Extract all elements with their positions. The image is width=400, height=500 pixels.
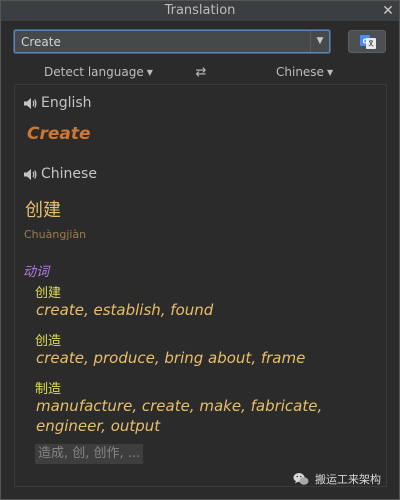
dictionary-entry-word: 制造 [35, 382, 62, 397]
target-language-name: Chinese [41, 166, 97, 182]
close-icon[interactable]: ✕ [381, 4, 395, 18]
swap-languages-icon[interactable]: ⇄ [193, 62, 209, 83]
translation-window: Translation ✕ ▼ G Detect language▼ ⇄ Chi… [0, 0, 400, 500]
source-language-header: English [23, 95, 92, 111]
language-bar: Detect language ▼ ⇄ Chinese ▼ [14, 62, 387, 83]
translate-input-combobox[interactable]: ▼ [14, 30, 330, 53]
translation-result-panel: English Create Chinese 创建 Chuàngjiàn 动词 … [14, 84, 387, 487]
dictionary-entry-word: 创建 [35, 286, 62, 301]
dictionary-entry-synonyms: create, produce, bring about, frame [36, 349, 306, 367]
toolbar: ▼ G [1, 22, 399, 62]
source-language-select[interactable]: Detect language ▼ [44, 62, 153, 83]
speaker-icon[interactable] [23, 97, 37, 110]
speaker-icon[interactable] [23, 168, 37, 181]
target-language-select[interactable]: Chinese ▼ [276, 62, 333, 83]
svg-text:G: G [363, 38, 369, 46]
source-language-label: Detect language [44, 65, 144, 79]
title-bar: Translation ✕ [1, 1, 399, 22]
dictionary-entry-synonyms: manufacture, create, make, fabricate, en… [36, 397, 323, 435]
watermark: 搬运工来架构 [293, 471, 381, 487]
source-language-name: English [41, 95, 92, 111]
watermark-text: 搬运工来架构 [315, 473, 381, 486]
translate-input[interactable] [15, 31, 311, 52]
target-language-label: Chinese [276, 65, 324, 79]
history-dropdown-icon[interactable]: ▼ [310, 31, 329, 52]
target-language-header: Chinese [23, 166, 97, 182]
google-translate-icon: G [360, 35, 376, 49]
window-title: Translation [164, 3, 236, 18]
translated-word: 创建 [25, 200, 61, 221]
part-of-speech: 动词 [23, 265, 50, 280]
source-word: Create [27, 124, 91, 144]
more-translations-link[interactable]: 造成, 创, 创作, ... [35, 444, 144, 464]
transliteration: Chuàngjiàn [24, 228, 87, 241]
translate-button[interactable]: G [348, 30, 386, 53]
chevron-down-icon: ▼ [326, 68, 334, 77]
dictionary-entry-word: 创造 [35, 334, 62, 349]
chevron-down-icon: ▼ [146, 68, 153, 77]
wechat-icon [293, 473, 309, 485]
dictionary-entry-synonyms: create, establish, found [36, 301, 214, 319]
